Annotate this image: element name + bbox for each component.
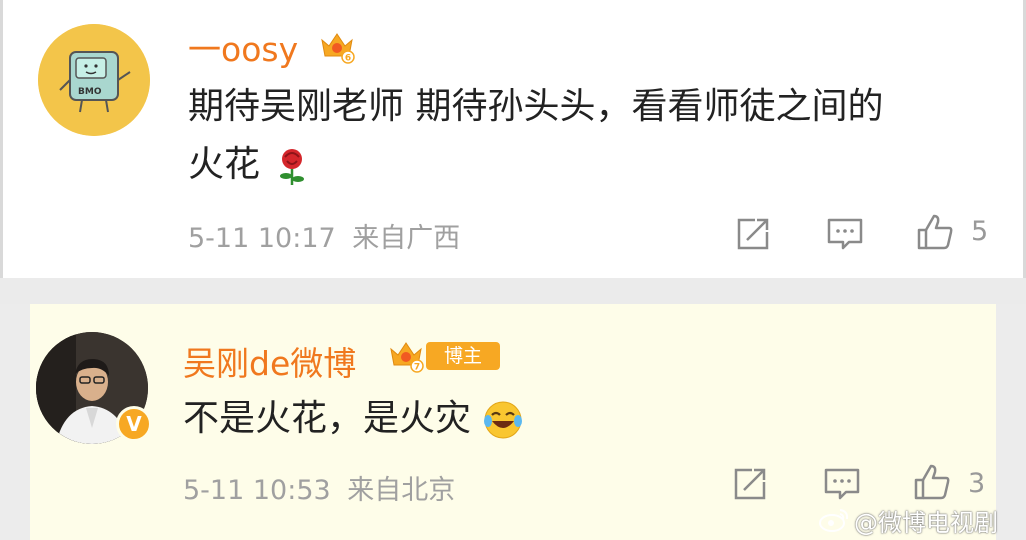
comment-icon[interactable] bbox=[825, 214, 865, 254]
comment-divider bbox=[0, 278, 1026, 304]
comment-content: 期待吴刚老师 期待孙头头，看看师徒之间的 火花 bbox=[188, 78, 883, 194]
thumbs-up-icon[interactable] bbox=[915, 212, 955, 252]
svg-text:BMO: BMO bbox=[78, 87, 102, 97]
rose-emoji-icon bbox=[280, 149, 305, 185]
username[interactable]: 一oosy bbox=[188, 23, 298, 71]
comment-content: 不是火花，是火灾 bbox=[183, 390, 524, 448]
comment-meta: 5-11 10:17 来自广西 bbox=[188, 216, 460, 255]
location: 来自北京 bbox=[347, 475, 456, 506]
share-icon[interactable] bbox=[733, 214, 773, 254]
weibo-logo-icon bbox=[819, 509, 849, 532]
comment-text: 不是火花，是火灾 bbox=[183, 398, 472, 439]
username[interactable]: 吴刚de微博 bbox=[183, 337, 356, 385]
location: 来自广西 bbox=[352, 223, 461, 254]
timestamp: 5-11 10:53 bbox=[183, 475, 331, 506]
watermark-text: @微博电视剧 bbox=[854, 508, 998, 537]
watermark: @微博电视剧 bbox=[818, 504, 998, 537]
comment-meta: 5-11 10:53 来自北京 bbox=[183, 468, 455, 507]
level-number: 7 bbox=[414, 363, 420, 373]
like-count: 5 bbox=[971, 216, 989, 247]
comment-icon[interactable] bbox=[822, 464, 862, 504]
bmo-avatar-icon: BMO bbox=[38, 24, 150, 136]
level-number: 6 bbox=[345, 54, 351, 64]
laugh-cry-emoji-icon bbox=[484, 401, 523, 439]
share-icon[interactable] bbox=[730, 464, 770, 504]
like-count: 3 bbox=[968, 468, 986, 499]
comment-text-line: 火花 bbox=[188, 144, 261, 185]
timestamp: 5-11 10:17 bbox=[188, 223, 336, 254]
verified-badge: V bbox=[116, 406, 152, 442]
comment-text-line: 期待吴刚老师 期待孙头头，看看师徒之间的 bbox=[188, 86, 884, 127]
comment-item: BMO 一oosy 6 期待吴刚老师 期待孙头头，看看师徒之间的 火花 5-11… bbox=[0, 0, 1026, 278]
crown-level-icon: 7 bbox=[390, 342, 424, 373]
crown-level-icon: 6 bbox=[321, 33, 355, 64]
blogger-tag: 博主 bbox=[426, 342, 500, 370]
avatar[interactable]: BMO bbox=[38, 24, 150, 136]
thumbs-up-icon[interactable] bbox=[912, 462, 952, 502]
